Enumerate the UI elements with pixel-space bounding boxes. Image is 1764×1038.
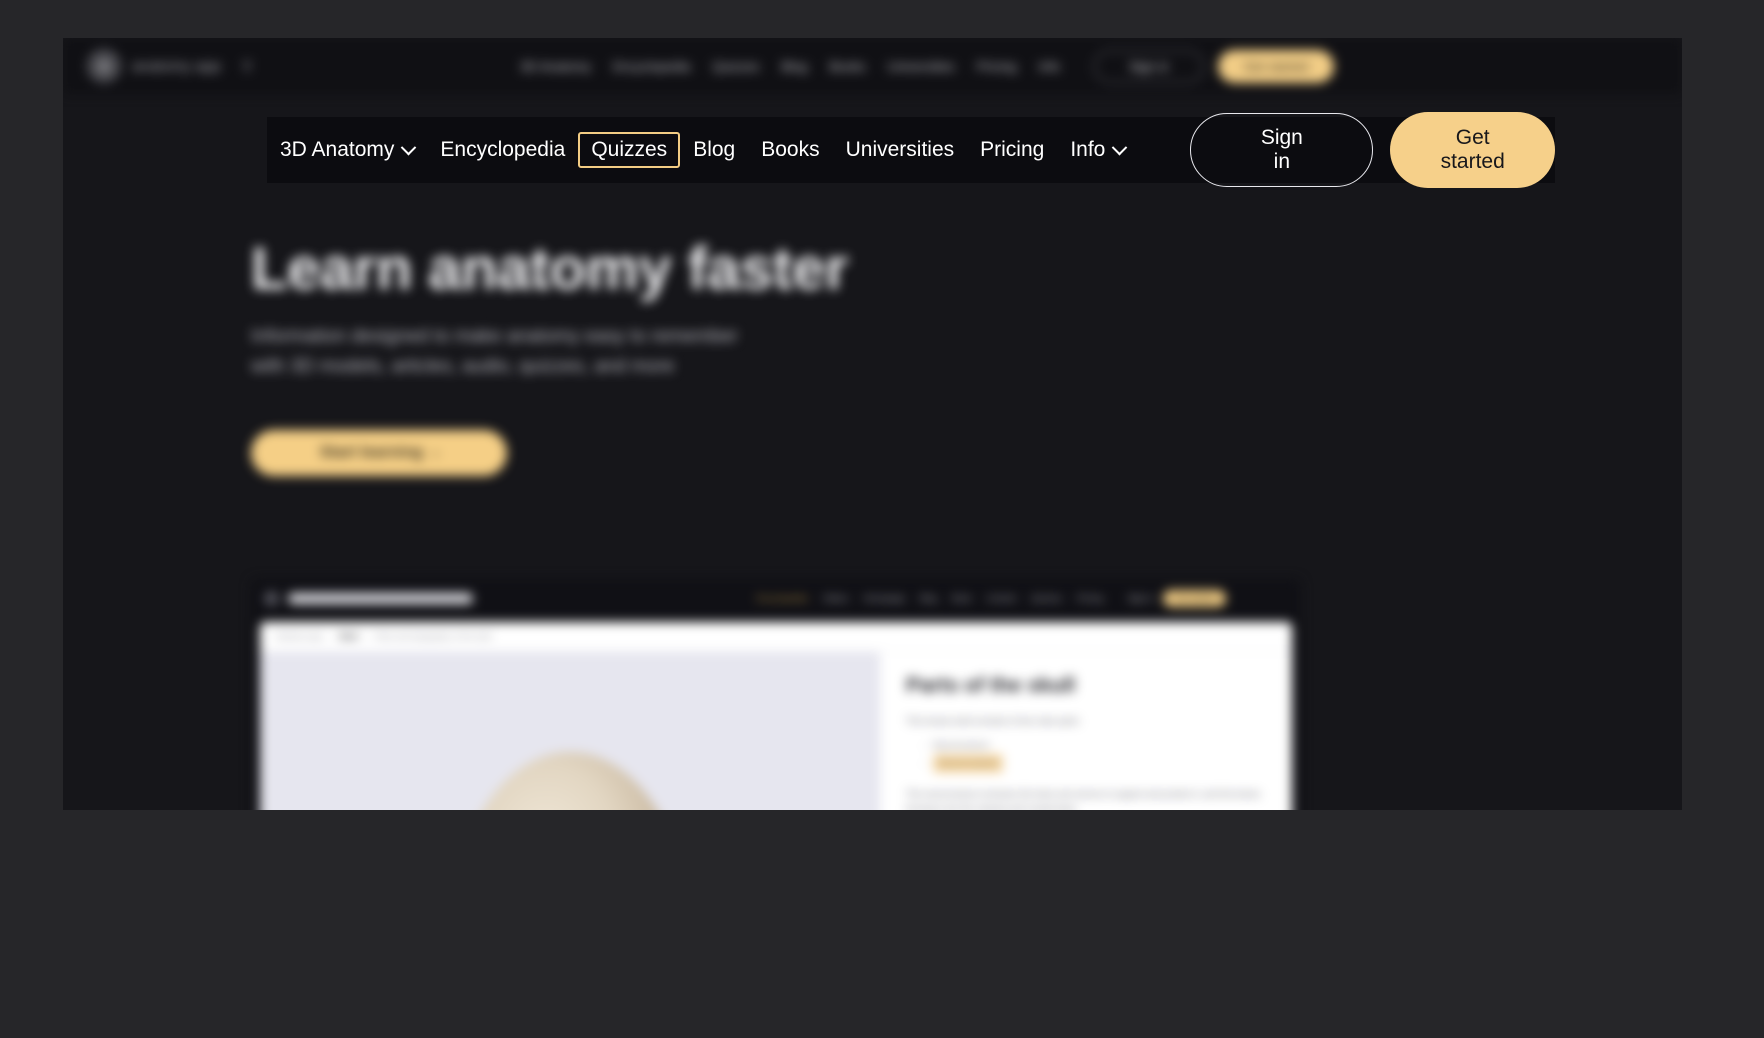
app-preview-nav-item-encyclopedia[interactable]: Encyclopedia <box>757 593 808 603</box>
nav-item-universities[interactable]: Universities <box>833 133 968 167</box>
skull-model-image <box>450 752 690 810</box>
header-nav: 3D Anatomy Encyclopedia Quizzes Blog Boo… <box>520 59 1060 74</box>
bullet-dash-icon: – <box>922 758 928 768</box>
header-nav-item-info[interactable]: Info <box>1038 59 1060 74</box>
header-nav-item-books[interactable]: Books <box>829 59 865 74</box>
article-panel: Parts of the skull The human skull consi… <box>880 652 1292 810</box>
hero-subtitle-line-1: Information designed to make anatomy eas… <box>251 326 738 347</box>
nav-item-label: Encyclopedia <box>440 138 566 161</box>
app-preview-nav-item-videos[interactable]: Videos <box>823 593 849 603</box>
nav-item-quizzes[interactable]: Quizzes <box>578 132 681 168</box>
breadcrumb-separator: › <box>329 632 332 641</box>
app-preview-topbar: Encyclopedia Videos Homepage Blog Book C… <box>251 579 1301 617</box>
header-nav-item-pricing[interactable]: Pricing <box>977 59 1017 74</box>
nav-actions: Sign in Get started <box>1190 112 1555 188</box>
nav-item-label: Blog <box>693 138 736 161</box>
list-item-label: Neurocranium <box>933 740 990 750</box>
nav-item-pricing[interactable]: Pricing <box>967 133 1057 167</box>
chevron-down-icon <box>401 139 417 155</box>
app-preview-split: Frontal bone Parts of the skull The huma… <box>260 652 1292 810</box>
breadcrumb: Anatomy app › Skull › Parts and topograp… <box>260 622 1292 652</box>
app-preview-nav: Encyclopedia Videos Homepage Blog Book C… <box>757 593 1103 603</box>
article-paragraph: The neurocranium encloses the brain and … <box>906 789 1261 810</box>
brand[interactable]: A anatomy app ⚲ <box>87 49 252 83</box>
app-preview-logo-icon <box>264 590 279 606</box>
app-preview-nav-item-blog[interactable]: Blog <box>920 593 937 603</box>
app-preview-nav-item-quizzes[interactable]: Quizzes <box>1031 593 1062 603</box>
hero-subtitle-line-2: with 3D models, articles, audio, quizzes… <box>251 356 675 377</box>
app-preview-nav-item-pricing[interactable]: Pricing <box>1077 593 1103 603</box>
sign-in-button[interactable]: Sign in <box>1190 113 1374 187</box>
header-nav-item-universities[interactable]: Universities <box>888 59 955 74</box>
list-item[interactable]: – Neurocranium <box>922 737 1266 754</box>
app-preview-actions: Sign in Get started <box>1128 589 1227 607</box>
search-icon[interactable]: ⚲ <box>242 58 252 75</box>
header-get-started-button[interactable]: Get started <box>1217 49 1335 83</box>
navigation-bar-overlay: 3D Anatomy Encyclopedia Quizzes Blog Boo… <box>267 112 1555 188</box>
nav-item-3d-anatomy[interactable]: 3D Anatomy <box>267 133 427 167</box>
get-started-button[interactable]: Get started <box>1390 112 1555 188</box>
site-header: A anatomy app ⚲ 3D Anatomy Encyclopedia … <box>63 38 1682 94</box>
app-preview-sign-in-button[interactable]: Sign in <box>1128 593 1154 603</box>
app-preview-body: Anatomy app › Skull › Parts and topograp… <box>260 622 1292 810</box>
nav-item-label: Info <box>1070 138 1106 161</box>
app-preview-nav-item-book[interactable]: Book <box>952 593 971 603</box>
breadcrumb-item-current: Parts and topography of the skull <box>374 632 492 641</box>
header-nav-item-blog[interactable]: Blog <box>781 59 807 74</box>
nav-item-info[interactable]: Info <box>1057 133 1138 167</box>
app-preview-search-input[interactable] <box>288 592 473 604</box>
nav-item-encyclopedia[interactable]: Encyclopedia <box>427 133 578 167</box>
article-intro: The human skull consists of two main par… <box>906 716 1081 726</box>
nav-item-label: Pricing <box>980 138 1045 161</box>
nav-item-label: Quizzes <box>591 138 668 161</box>
brand-logo-icon: A <box>87 49 121 83</box>
breadcrumb-separator-2: › <box>364 632 368 641</box>
nav-item-books[interactable]: Books <box>748 133 832 167</box>
app-preview-screenshot: Encyclopedia Videos Homepage Blog Book C… <box>251 579 1301 810</box>
start-learning-label: Start learning <box>319 444 424 461</box>
breadcrumb-item-skull[interactable]: Skull <box>339 632 358 641</box>
header-actions: Sign in Get started <box>1094 49 1335 83</box>
website-page-frame: A anatomy app ⚲ 3D Anatomy Encyclopedia … <box>63 38 1682 810</box>
nav-item-blog[interactable]: Blog <box>680 133 748 167</box>
chevron-right-icon: › <box>433 444 439 462</box>
app-preview-nav-item-content[interactable]: Content <box>986 593 1016 603</box>
screenshot-canvas: A anatomy app ⚲ 3D Anatomy Encyclopedia … <box>0 0 1764 1038</box>
header-nav-item-quizzes[interactable]: Quizzes <box>712 59 759 74</box>
article-title: Parts of the skull <box>906 674 1076 697</box>
brand-name: anatomy app <box>132 57 221 75</box>
nav-item-label: Books <box>761 138 820 161</box>
app-preview-get-started-button[interactable]: Get started <box>1162 589 1227 607</box>
header-sign-in-button[interactable]: Sign in <box>1094 49 1204 83</box>
model-viewer[interactable]: Frontal bone <box>260 652 880 810</box>
hero-title: Learn anatomy faster <box>251 235 848 302</box>
app-preview-nav-item-homepage[interactable]: Homepage <box>863 593 905 603</box>
start-learning-button[interactable]: Start learning › <box>251 430 507 476</box>
header-nav-item-3d-anatomy[interactable]: 3D Anatomy <box>520 59 591 74</box>
header-nav-item-encyclopedia[interactable]: Encyclopedia <box>613 59 690 74</box>
list-item-label: Viscerocranium <box>933 754 1003 773</box>
nav-links: 3D Anatomy Encyclopedia Quizzes Blog Boo… <box>267 132 1138 168</box>
article-parts-list: – Neurocranium – Viscerocranium <box>922 737 1266 773</box>
nav-item-label: 3D Anatomy <box>280 138 395 161</box>
nav-item-label: Universities <box>845 138 955 161</box>
breadcrumb-item-home[interactable]: Anatomy app <box>275 632 322 641</box>
hero-subtitle: Information designed to make anatomy eas… <box>251 322 738 382</box>
chevron-down-icon <box>1112 139 1128 155</box>
bullet-dash-icon: – <box>922 740 928 750</box>
list-item[interactable]: – Viscerocranium <box>922 754 1266 773</box>
